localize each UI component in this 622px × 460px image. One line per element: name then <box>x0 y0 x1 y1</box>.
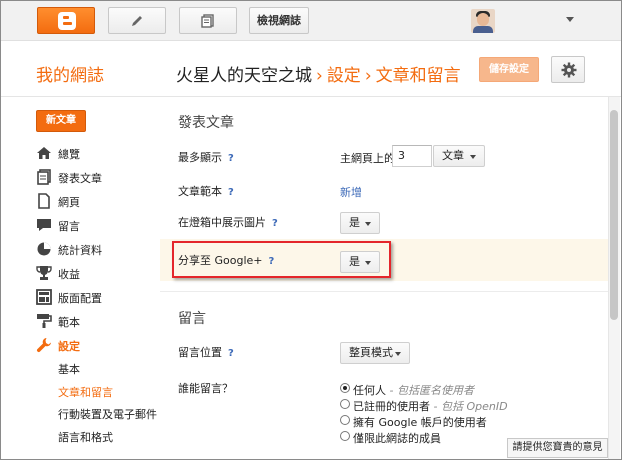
posts-section-title: 發表文章 <box>178 115 234 131</box>
posts-list-button[interactable] <box>179 7 237 34</box>
max-posts-input[interactable]: 3 <box>392 145 432 167</box>
chevron-down-icon <box>365 222 371 226</box>
sidebar-subitem-basic[interactable]: 基本 <box>58 361 80 377</box>
breadcrumb-current: 文章和留言 <box>375 66 461 86</box>
breadcrumb-separator: › <box>364 66 372 86</box>
radio-button[interactable] <box>340 431 350 441</box>
header-divider <box>1 96 621 97</box>
help-icon[interactable]: ? <box>228 348 234 359</box>
gear-icon <box>561 62 577 78</box>
top-bar: 檢視網誌 <box>1 1 621 41</box>
page-title[interactable]: 我的網誌 <box>36 61 104 86</box>
sidebar-item-label: 版面配置 <box>58 292 102 305</box>
chevron-down-icon <box>470 155 476 159</box>
sidebar-item-label: 收益 <box>58 268 80 281</box>
sidebar-item-label: 發表文章 <box>58 172 102 185</box>
radio-button[interactable] <box>340 399 350 409</box>
trophy-icon <box>36 266 52 280</box>
comment-location-label: 留言位置? <box>178 346 234 359</box>
radio-button[interactable] <box>340 383 350 393</box>
who-can-comment-label: 誰能留言？ <box>178 382 233 395</box>
breadcrumb-settings[interactable]: 設定 <box>327 66 361 86</box>
share-google-plus-label: 分享至 Google+? <box>178 254 275 267</box>
help-icon[interactable]: ? <box>269 256 275 267</box>
share-google-plus-dropdown[interactable]: 是 <box>340 251 380 273</box>
help-icon[interactable]: ? <box>228 187 234 198</box>
sidebar-item-label: 網頁 <box>58 196 80 209</box>
layout-icon <box>36 289 52 305</box>
feedback-button[interactable]: 請提供您寶貴的意見 <box>507 438 608 458</box>
home-icon <box>37 147 51 159</box>
new-post-pencil-button[interactable] <box>108 7 166 34</box>
help-icon[interactable]: ? <box>228 153 234 164</box>
breadcrumb-separator: › <box>316 66 323 86</box>
scrollbar-thumb[interactable] <box>610 110 618 320</box>
pie-chart-icon <box>37 242 51 256</box>
max-show-prefix: 主網頁上的 <box>340 152 395 165</box>
posts-list-icon <box>201 13 214 28</box>
max-show-unit-dropdown[interactable]: 文章 <box>433 145 485 167</box>
view-blog-button[interactable]: 檢視網誌 <box>249 7 309 34</box>
avatar[interactable] <box>471 9 495 33</box>
comment-icon <box>37 219 51 231</box>
wrench-icon <box>36 338 51 353</box>
posts-icon <box>37 169 51 185</box>
radio-button[interactable] <box>340 415 350 425</box>
paint-roller-icon <box>37 314 52 328</box>
settings-gear-button[interactable] <box>551 56 585 83</box>
chevron-down-icon <box>395 352 401 356</box>
page-icon <box>38 193 50 209</box>
sidebar-subitem-posts-comments[interactable]: 文章和留言 <box>58 384 113 400</box>
post-template-add-link[interactable]: 新增 <box>340 184 362 200</box>
blogger-logo-icon[interactable] <box>37 7 95 34</box>
sidebar-subitem-mobile-email[interactable]: 行動裝置及電子郵件 <box>58 406 157 422</box>
help-icon[interactable]: ? <box>272 218 278 229</box>
max-show-label: 最多顯示? <box>178 151 234 164</box>
lightbox-label: 在燈箱中展示圖片? <box>178 216 278 229</box>
chevron-down-icon <box>365 261 371 265</box>
lightbox-dropdown[interactable]: 是 <box>340 212 380 234</box>
sidebar-subitem-language-format[interactable]: 語言和格式 <box>58 429 113 445</box>
pencil-icon <box>132 15 142 26</box>
sidebar-item-label: 總覽 <box>58 148 80 161</box>
comments-section-title: 留言 <box>178 311 206 327</box>
save-settings-button[interactable]: 儲存設定 <box>479 57 539 82</box>
new-post-button[interactable]: 新文章 <box>36 110 86 132</box>
comment-location-dropdown[interactable]: 整頁模式 <box>340 342 410 364</box>
post-template-label: 文章範本? <box>178 185 234 198</box>
breadcrumb: 火星人的天空之城 › 設定 › 文章和留言 <box>176 61 461 86</box>
account-chevron-down-icon[interactable] <box>566 17 574 22</box>
sidebar-item-label: 留言 <box>58 220 80 233</box>
sidebar-item-label: 範本 <box>58 316 80 329</box>
section-divider <box>160 291 608 292</box>
sidebar-item-label: 統計資料 <box>58 244 102 257</box>
sidebar-item-label: 設定 <box>58 340 80 353</box>
breadcrumb-blog-name[interactable]: 火星人的天空之城 <box>176 66 312 86</box>
